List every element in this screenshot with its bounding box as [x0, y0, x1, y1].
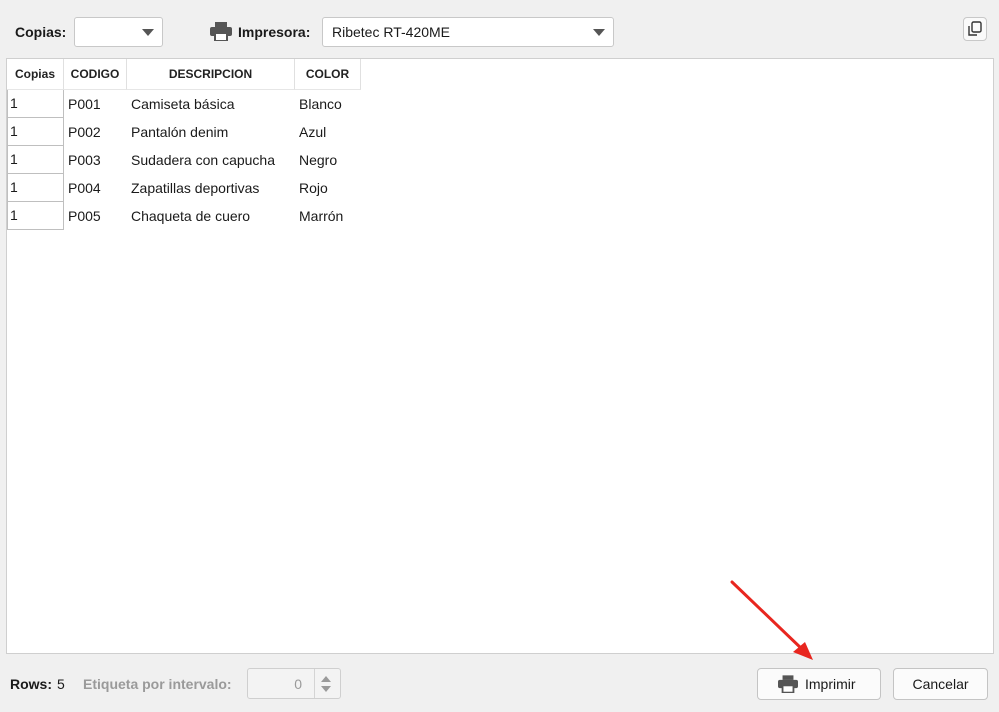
copias-cell[interactable]: 1	[7, 146, 64, 174]
cancelar-button[interactable]: Cancelar	[893, 668, 988, 700]
imprimir-button[interactable]: Imprimir	[757, 668, 881, 700]
descripcion-cell: Chaqueta de cuero	[131, 208, 251, 224]
impresora-dropdown[interactable]: Ribetec RT-420ME	[322, 17, 614, 47]
imprimir-button-label: Imprimir	[805, 676, 856, 692]
annotation-arrow-icon	[730, 580, 813, 660]
etiqueta-intervalo-spinner[interactable]: 0	[247, 668, 341, 699]
table-row[interactable]: 1 P001 Camiseta básica Blanco	[7, 90, 993, 118]
header-codigo[interactable]: CODIGO	[64, 59, 127, 90]
descripcion-cell: Zapatillas deportivas	[131, 180, 260, 196]
header-descripcion[interactable]: DESCRIPCION	[127, 59, 295, 90]
copias-cell[interactable]: 1	[7, 174, 64, 202]
header-color[interactable]: COLOR	[295, 59, 361, 90]
codigo-cell: P002	[68, 124, 101, 140]
rows-label: Rows:	[10, 676, 52, 692]
table-row[interactable]: 1 P003 Sudadera con capucha Negro	[7, 146, 993, 174]
copias-cell[interactable]: 1	[7, 90, 64, 118]
printer-icon	[210, 22, 232, 41]
color-cell: Azul	[299, 124, 327, 140]
copias-dropdown[interactable]	[74, 17, 163, 47]
color-cell: Rojo	[299, 180, 328, 196]
copias-label: Copias:	[15, 24, 67, 40]
header-copias[interactable]: Copias	[7, 59, 64, 90]
copy-button[interactable]	[963, 17, 987, 41]
color-cell: Blanco	[299, 96, 342, 112]
printer-icon	[778, 675, 798, 693]
codigo-cell: P001	[68, 96, 101, 112]
rows-count: 5	[57, 676, 65, 692]
impresora-label: Impresora:	[238, 24, 311, 40]
table-row[interactable]: 1 P002 Pantalón denim Azul	[7, 118, 993, 146]
copias-cell[interactable]: 1	[7, 202, 64, 230]
cancelar-button-label: Cancelar	[912, 676, 969, 692]
table-row[interactable]: 1 P005 Chaqueta de cuero Marrón	[7, 202, 993, 230]
descripcion-cell: Pantalón denim	[131, 124, 229, 140]
chevron-down-icon	[593, 29, 605, 36]
impresora-dropdown-value: Ribetec RT-420ME	[332, 24, 451, 40]
copias-cell[interactable]: 1	[7, 118, 64, 146]
spinner-down-icon[interactable]	[321, 686, 331, 692]
descripcion-cell: Camiseta básica	[131, 96, 235, 112]
spinner-up-icon[interactable]	[321, 676, 331, 682]
products-table: Copias CODIGO DESCRIPCION COLOR 1 P001 C…	[6, 58, 994, 654]
codigo-cell: P003	[68, 152, 101, 168]
chevron-down-icon	[142, 29, 154, 36]
color-cell: Marrón	[299, 208, 344, 224]
copy-icon	[968, 21, 982, 36]
etiqueta-intervalo-label: Etiqueta por intervalo:	[83, 676, 232, 692]
color-cell: Negro	[299, 152, 338, 168]
codigo-cell: P005	[68, 208, 101, 224]
spinner-divider	[314, 669, 315, 698]
descripcion-cell: Sudadera con capucha	[131, 152, 275, 168]
etiqueta-intervalo-value: 0	[294, 676, 302, 692]
table-row[interactable]: 1 P004 Zapatillas deportivas Rojo	[7, 174, 993, 202]
codigo-cell: P004	[68, 180, 101, 196]
